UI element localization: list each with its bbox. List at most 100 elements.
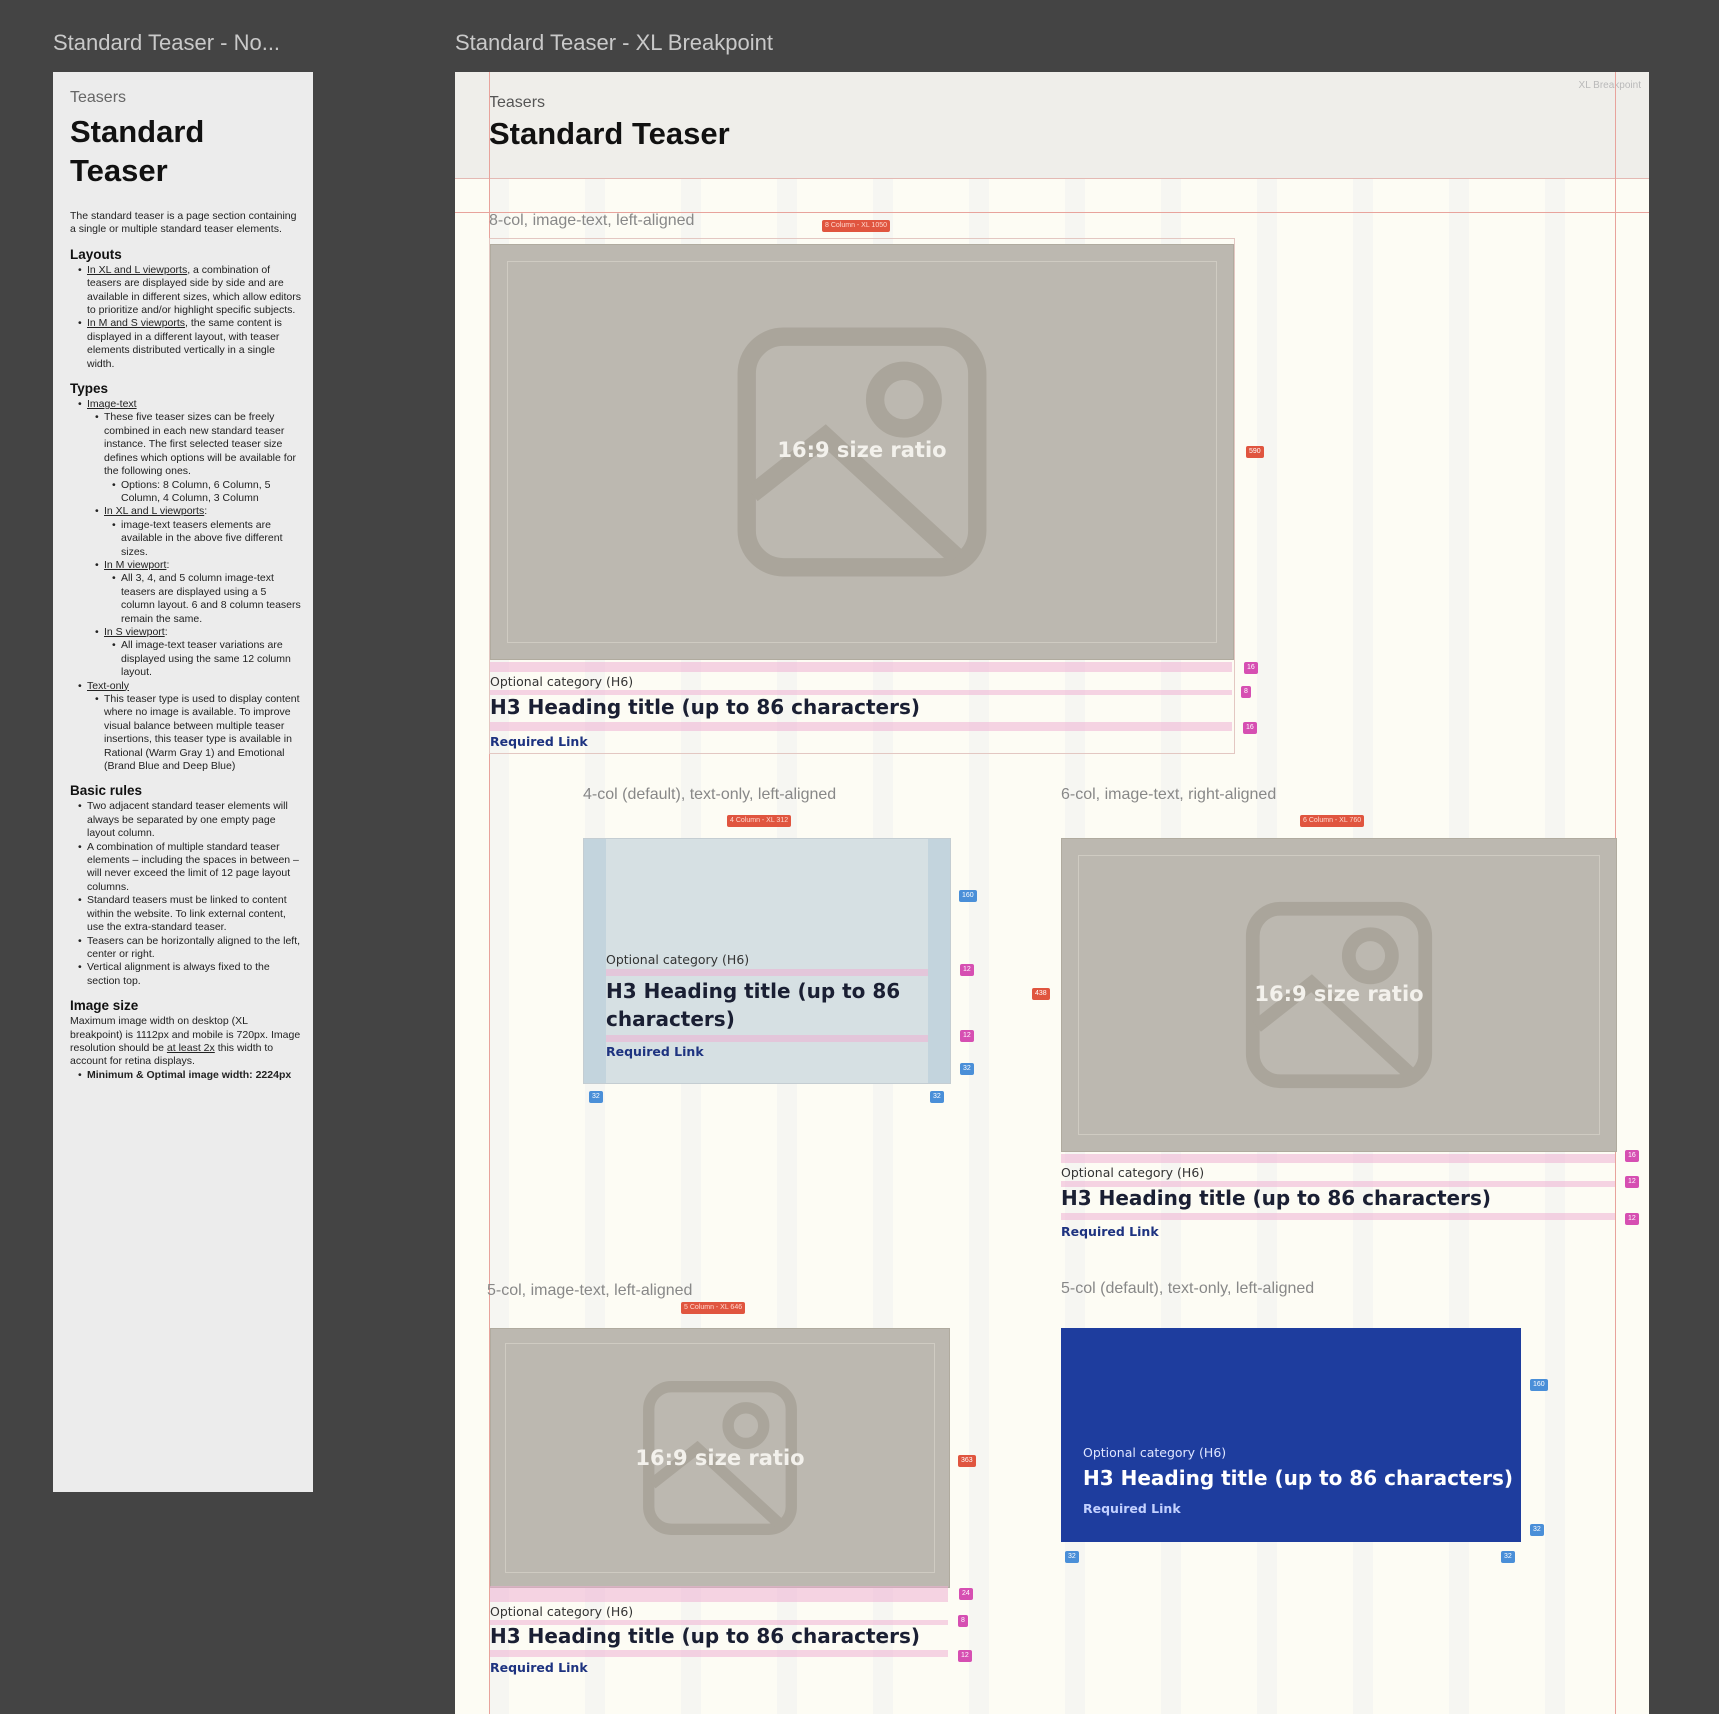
doc-text: Options: 8 Column, 6 Column, 5 Column, 4… [121, 478, 271, 504]
padding-right [928, 839, 950, 1083]
list-item: Standard teasers must be linked to conte… [78, 894, 302, 934]
list-item: Vertical alignment is always fixed to th… [78, 961, 302, 988]
measure-tag: 16 [1243, 722, 1257, 734]
image-placeholder[interactable]: 16:9 size ratio [490, 244, 1234, 660]
measure-tag: 12 [960, 1030, 974, 1042]
text-only-teaser[interactable]: Optional category (H6) H3 Heading title … [583, 838, 951, 1084]
section-label-5col-text: 5-col (default), text-only, left-aligned [1061, 1280, 1315, 1297]
list-item: Teasers can be horizontally aligned to t… [78, 935, 302, 962]
doc-link[interactable]: Text-only [87, 680, 129, 692]
doc-text: All image-text teaser variations are dis… [121, 639, 291, 679]
list-item: A combination of multiple standard tease… [78, 841, 302, 895]
header-eyebrow: Teasers [489, 94, 546, 111]
section-label-5col-image: 5-col, image-text, left-aligned [487, 1282, 693, 1299]
xl-breakpoint-frame[interactable]: Teasers Standard Teaser XL Breakpoint 8-… [455, 72, 1649, 1714]
measure-tag: 16 [1625, 1150, 1639, 1162]
teaser-heading[interactable]: H3 Heading title (up to 86 characters) [490, 1624, 920, 1648]
list-item: Text-only This teaser type is used to di… [78, 680, 302, 774]
frame-label-xl[interactable]: Standard Teaser - XL Breakpoint [455, 30, 773, 56]
ratio-label: 16:9 size ratio [635, 1446, 805, 1470]
list-item: image-text teasers elements are availabl… [112, 518, 302, 559]
list-item: In XL and L viewports: image-text teaser… [95, 505, 302, 559]
doc-rules-list: Two adjacent standard teaser elements wi… [70, 800, 302, 988]
doc-image-size-heading: Image size [70, 998, 139, 1014]
doc-link[interactable]: In XL and L viewports [87, 264, 187, 276]
teaser-link[interactable]: Required Link [1083, 1501, 1181, 1516]
measure-tag: 32 [1065, 1551, 1079, 1563]
padding-left [584, 839, 606, 1083]
column-width-tag: 6 Column - XL 760 [1300, 815, 1365, 827]
doc-link[interactable]: In M viewport [104, 559, 166, 571]
measure-tag: 16 [1244, 662, 1258, 674]
section-label-4col: 4-col (default), text-only, left-aligned [583, 786, 837, 803]
teaser-heading[interactable]: H3 Heading title (up to 86 characters) [1083, 1466, 1513, 1490]
list-item: In M and S viewports, the same content i… [78, 317, 302, 371]
list-item: Image-text These five teaser sizes can b… [78, 398, 302, 680]
doc-link[interactable]: at least 2x [167, 1042, 215, 1054]
doc-link[interactable]: In XL and L viewports [104, 505, 204, 517]
measure-tag: 363 [958, 1455, 976, 1467]
list-item: This teaser type is used to display cont… [95, 693, 302, 773]
measure-tag: 160 [1530, 1379, 1548, 1391]
measure-tag: 32 [589, 1091, 603, 1103]
image-placeholder[interactable]: 16:9 size ratio [1061, 838, 1617, 1152]
teaser-category: Optional category (H6) [1061, 1165, 1205, 1180]
teaser-link[interactable]: Required Link [606, 1044, 704, 1059]
list-item: In XL and L viewports, a combination of … [78, 264, 302, 318]
spacer [1061, 1213, 1615, 1220]
doc-text: image-text teasers elements are availabl… [121, 518, 283, 558]
doc-image-size-list: Minimum & Optimal image width: 2224px [70, 1068, 302, 1083]
measure-tag: 32 [1501, 1551, 1515, 1563]
list-item: These five teaser sizes can be freely co… [95, 411, 302, 506]
teaser-category: Optional category (H6) [606, 952, 750, 967]
list-item: In S viewport: All image-text teaser var… [95, 626, 302, 680]
measure-tag: 438 [1032, 988, 1050, 1000]
teaser-link[interactable]: Required Link [490, 1660, 588, 1675]
list-item: In M viewport: All 3, 4, and 5 column im… [95, 559, 302, 626]
measure-tag: 32 [960, 1063, 974, 1075]
doc-layouts-heading: Layouts [70, 246, 122, 262]
spacer [1061, 1154, 1615, 1163]
teaser-heading[interactable]: H3 Heading title (up to 86 characters) [1061, 1186, 1491, 1210]
spacer [490, 1586, 948, 1602]
frame-label-notes[interactable]: Standard Teaser - No... [53, 30, 280, 56]
list-item: Two adjacent standard teaser elements wi… [78, 800, 302, 840]
teaser-heading[interactable]: H3 Heading title (up to 86 characters) [490, 695, 920, 719]
breakpoint-label: XL Breakpoint [1578, 80, 1641, 91]
spacer [490, 662, 1232, 672]
list-item: Minimum & Optimal image width: 2224px [78, 1068, 302, 1083]
image-placeholder[interactable]: 16:9 size ratio [490, 1328, 950, 1588]
section-label-8col: 8-col, image-text, left-aligned [489, 212, 695, 229]
teaser-heading[interactable]: H3 Heading title (up to 86 characters) [606, 977, 906, 1033]
ratio-label: 16:9 size ratio [1254, 982, 1424, 1006]
doc-link[interactable]: In S viewport [104, 626, 165, 638]
doc-types-list: Image-text These five teaser sizes can b… [70, 398, 302, 773]
doc-title: Standard Teaser [70, 114, 205, 188]
list-item: All image-text teaser variations are dis… [112, 639, 302, 679]
measure-tag: 12 [958, 1650, 972, 1662]
list-item: Options: 8 Column, 6 Column, 5 Column, 4… [112, 478, 302, 506]
doc-text: This teaser type is used to display cont… [104, 693, 300, 773]
teaser-category: Optional category (H6) [490, 674, 634, 689]
frame-header: Teasers Standard Teaser XL Breakpoint [455, 72, 1649, 179]
measure-tag: 24 [959, 1588, 973, 1600]
section-label-6col: 6-col, image-text, right-aligned [1061, 786, 1277, 803]
text-only-teaser-blue[interactable]: Optional category (H6) H3 Heading title … [1061, 1328, 1521, 1542]
doc-text: All 3, 4, and 5 column image-text teaser… [121, 572, 301, 625]
spacer [606, 1035, 928, 1042]
doc-rules-heading: Basic rules [70, 783, 143, 799]
teaser-category: Optional category (H6) [1083, 1445, 1227, 1460]
column-width-tag: 8 Column - XL 1050 [822, 220, 890, 232]
doc-content: The standard teaser is a page section co… [70, 210, 302, 1083]
spacer [606, 969, 928, 976]
column-width-tag: 4 Column - XL 312 [727, 815, 792, 827]
doc-layouts-list: In XL and L viewports, a combination of … [70, 264, 302, 371]
measure-tag: 32 [930, 1091, 944, 1103]
measure-tag: 160 [959, 890, 977, 902]
doc-link[interactable]: Image-text [87, 398, 137, 410]
teaser-link[interactable]: Required Link [1061, 1224, 1159, 1239]
doc-text: These five teaser sizes can be freely co… [104, 411, 297, 478]
teaser-link[interactable]: Required Link [490, 734, 588, 749]
doc-text: Minimum & Optimal image width: 2224px [87, 1068, 292, 1081]
doc-link[interactable]: In M and S viewports [87, 317, 185, 329]
